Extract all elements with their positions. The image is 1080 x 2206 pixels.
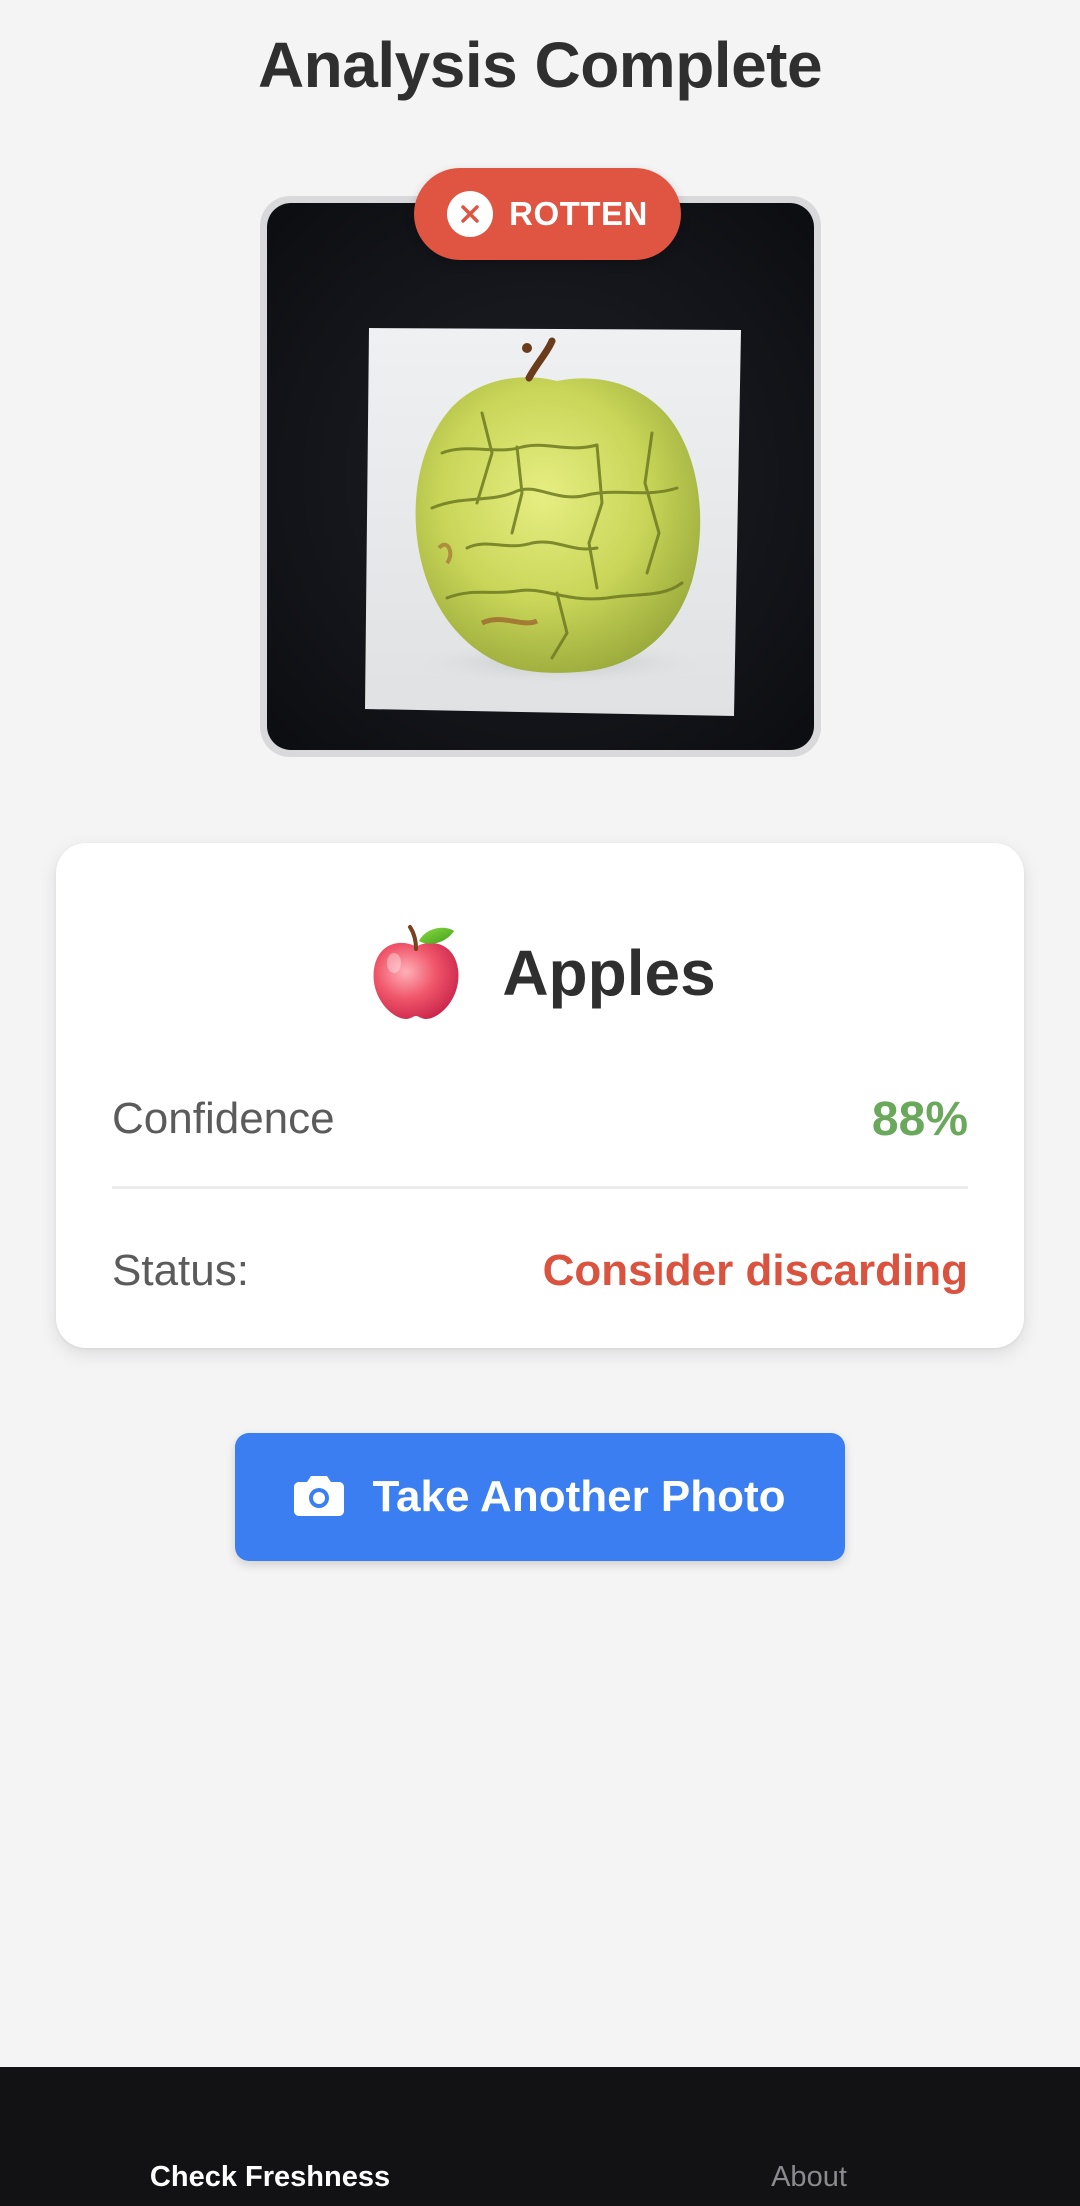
status-value: Consider discarding <box>542 1246 968 1295</box>
result-card: Apples Confidence 88% Status: Consider d… <box>56 843 1024 1348</box>
nav-check-freshness[interactable]: Check Freshness <box>120 2161 420 2194</box>
produce-heading: Apples <box>56 913 1024 1033</box>
divider <box>112 1186 968 1189</box>
apple-photo <box>365 328 741 716</box>
bottom-nav: Check Freshness About <box>0 2067 1080 2206</box>
captured-photo <box>267 203 814 750</box>
close-icon <box>447 191 494 237</box>
captured-photo-frame <box>260 196 821 757</box>
take-another-photo-button[interactable]: Take Another Photo <box>235 1433 845 1561</box>
nav-about[interactable]: About <box>709 2161 909 2194</box>
rotten-status-badge: ROTTEN <box>414 168 681 260</box>
status-label: Status: <box>112 1246 249 1295</box>
analysis-screen: Analysis Complete ROTTEN Apples Confiden… <box>0 0 1080 2206</box>
status-badge-label: ROTTEN <box>509 195 648 232</box>
camera-icon <box>294 1474 345 1521</box>
confidence-row: Confidence 88% <box>112 1079 968 1159</box>
take-another-photo-label: Take Another Photo <box>372 1472 786 1521</box>
apple-icon <box>364 919 468 1028</box>
confidence-value: 88% <box>871 1092 968 1146</box>
page-title: Analysis Complete <box>257 29 823 101</box>
status-row: Status: Consider discarding <box>112 1231 968 1311</box>
produce-name: Apples <box>502 937 716 1009</box>
confidence-label: Confidence <box>112 1094 335 1143</box>
